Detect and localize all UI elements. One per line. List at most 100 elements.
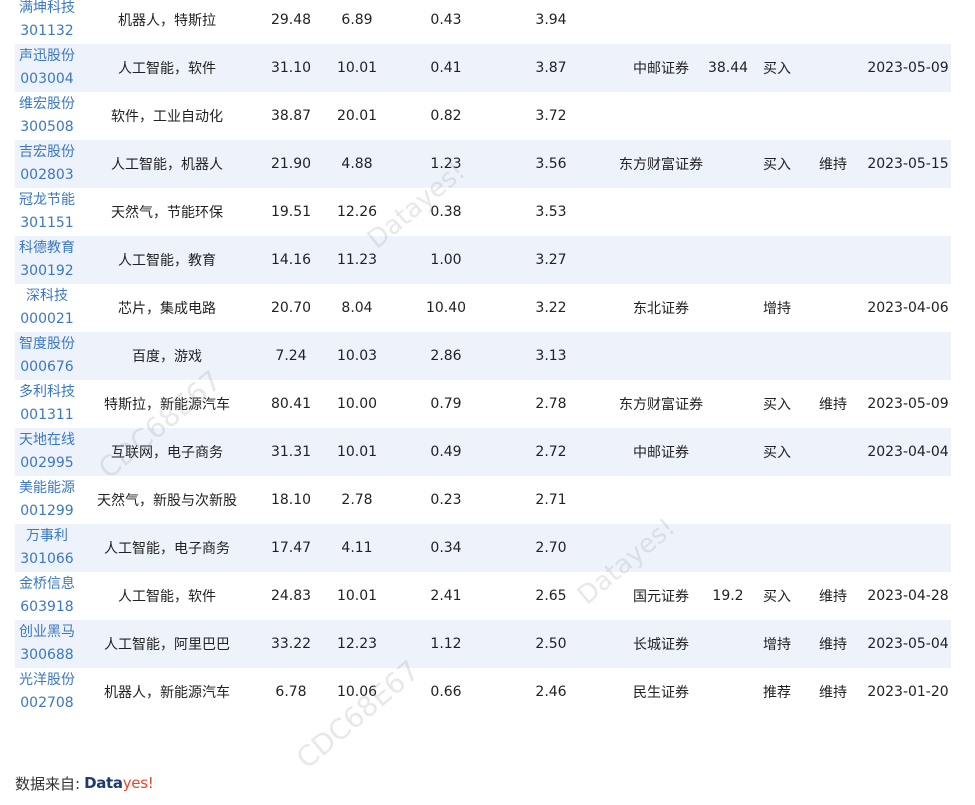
stock-name-link[interactable]: 声迅股份 [19, 45, 75, 68]
target-price-cell [703, 332, 753, 380]
stock-name-cell[interactable]: 吉宏股份 002803 [15, 140, 79, 188]
rating-change-cell: 维持 [819, 589, 847, 605]
change-pct-cell: 11.23 [336, 252, 378, 268]
stock-name-link[interactable]: 金桥信息 [19, 573, 75, 596]
rating-cell: 增持 [763, 637, 791, 653]
concept-tags: 天然气，节能环保 [111, 205, 223, 221]
stock-name-link[interactable]: 满坤科技 [19, 0, 75, 20]
turnover-cell: 0.43 [430, 12, 462, 28]
stock-name-cell[interactable]: 满坤科技 301132 [15, 0, 79, 44]
stock-code-link[interactable]: 300192 [20, 260, 73, 283]
concept-tags: 人工智能，阿里巴巴 [104, 637, 230, 653]
concept-tags: 互联网，电子商务 [111, 445, 223, 461]
report-date-cell [861, 524, 955, 572]
turnover-cell: 1.23 [430, 156, 462, 172]
rating-change-cell [809, 284, 857, 332]
rating-change-cell [809, 524, 857, 572]
rating-cell [753, 476, 801, 524]
stock-name-link[interactable]: 吉宏股份 [19, 141, 75, 164]
change-pct-cell: 10.00 [336, 396, 378, 412]
concept-tags: 特斯拉，新能源汽车 [104, 397, 230, 413]
stock-code-link[interactable]: 301151 [20, 212, 73, 235]
target-price-cell [703, 380, 753, 428]
stock-code-link[interactable]: 002708 [20, 692, 73, 715]
stock-name-link[interactable]: 多利科技 [19, 381, 75, 404]
price-cell: 20.70 [270, 300, 312, 316]
stock-name-cell[interactable]: 天地在线 002995 [15, 428, 79, 476]
stock-name-cell[interactable]: 深科技 000021 [15, 284, 79, 332]
stock-code-link[interactable]: 301066 [20, 548, 73, 571]
rating-change-cell [809, 44, 857, 92]
stock-name-link[interactable]: 深科技 [26, 285, 68, 308]
score-cell: 3.53 [535, 204, 567, 220]
stock-name-link[interactable]: 天地在线 [19, 429, 75, 452]
stock-name-cell[interactable]: 声迅股份 003004 [15, 44, 79, 92]
stock-code-link[interactable]: 301132 [20, 20, 73, 43]
turnover-cell: 0.23 [430, 492, 462, 508]
rating-cell: 推荐 [763, 685, 791, 701]
stock-name-link[interactable]: 维宏股份 [19, 93, 75, 116]
stock-name-cell[interactable]: 智度股份 000676 [15, 332, 79, 380]
stock-name-cell[interactable]: 万事利 301066 [15, 524, 79, 572]
table-row: 万事利 301066 人工智能，电子商务 17.47 4.11 0.34 2.70 [15, 524, 951, 572]
stock-name-cell[interactable]: 多利科技 001311 [15, 380, 79, 428]
score-cell: 3.87 [535, 60, 567, 76]
stock-code-link[interactable]: 001311 [20, 404, 73, 427]
rating-change-cell [809, 92, 857, 140]
turnover-cell: 10.40 [425, 300, 467, 316]
target-price-cell [703, 140, 753, 188]
change-pct-cell: 10.01 [336, 588, 378, 604]
table-row: 金桥信息 603918 人工智能，软件 24.83 10.01 2.41 2.65 国元证券 1… [15, 572, 951, 620]
stock-name-link[interactable]: 万事利 [26, 525, 68, 548]
stock-code-link[interactable]: 003004 [20, 68, 73, 91]
stock-code-link[interactable]: 000676 [20, 356, 73, 379]
stock-name-link[interactable]: 冠龙节能 [19, 189, 75, 212]
stock-name-cell[interactable]: 冠龙节能 301151 [15, 188, 79, 236]
stock-name-cell[interactable]: 美能能源 001299 [15, 476, 79, 524]
stock-name-cell[interactable]: 维宏股份 300508 [15, 92, 79, 140]
price-cell: 19.51 [270, 204, 312, 220]
stock-name-cell[interactable]: 光洋股份 002708 [15, 668, 79, 716]
report-date-cell: 2023-05-09 [867, 60, 949, 76]
stock-code-link[interactable]: 001299 [20, 500, 73, 523]
change-pct-cell: 10.01 [336, 444, 378, 460]
report-date-cell: 2023-04-04 [867, 444, 949, 460]
concept-tags: 人工智能，机器人 [111, 157, 223, 173]
stock-code-link[interactable]: 002803 [20, 164, 73, 187]
stock-code-link[interactable]: 002995 [20, 452, 73, 475]
stock-name-link[interactable]: 智度股份 [19, 333, 75, 356]
change-pct-cell: 12.26 [336, 204, 378, 220]
stock-name-cell[interactable]: 科德教育 300192 [15, 236, 79, 284]
stock-code-link[interactable]: 300688 [20, 644, 73, 667]
concept-tags: 天然气，新股与次新股 [97, 493, 237, 509]
stock-name-cell[interactable]: 金桥信息 603918 [15, 572, 79, 620]
rating-change-cell [809, 0, 857, 44]
stock-name-cell[interactable]: 创业黑马 300688 [15, 620, 79, 668]
stock-name-link[interactable]: 光洋股份 [19, 669, 75, 692]
table-row: 美能能源 001299 天然气，新股与次新股 18.10 2.78 0.23 2.71 [15, 476, 951, 524]
price-cell: 31.31 [270, 444, 312, 460]
score-cell: 2.71 [535, 492, 567, 508]
target-price-cell [703, 428, 753, 476]
stock-name-link[interactable]: 美能能源 [19, 477, 75, 500]
report-date-cell: 2023-05-09 [867, 396, 949, 412]
price-cell: 14.16 [270, 252, 312, 268]
data-source-footer: 数据来自: Datayes! [15, 772, 154, 794]
stock-name-link[interactable]: 科德教育 [19, 237, 75, 260]
stock-code-link[interactable]: 000021 [20, 308, 73, 331]
stock-code-link[interactable]: 603918 [20, 596, 73, 619]
stock-name-link[interactable]: 创业黑马 [19, 621, 75, 644]
rating-change-cell [809, 236, 857, 284]
turnover-cell: 2.86 [430, 348, 462, 364]
rating-cell [753, 0, 801, 44]
price-cell: 6.78 [275, 684, 307, 700]
rating-cell [753, 188, 801, 236]
change-pct-cell: 10.06 [336, 684, 378, 700]
stock-code-link[interactable]: 300508 [20, 116, 73, 139]
change-pct-cell: 10.03 [336, 348, 378, 364]
report-date-cell: 2023-05-04 [867, 636, 949, 652]
report-date-cell: 2023-04-06 [867, 300, 949, 316]
rating-cell [753, 332, 801, 380]
report-date-cell [861, 236, 955, 284]
target-price-cell [703, 188, 753, 236]
